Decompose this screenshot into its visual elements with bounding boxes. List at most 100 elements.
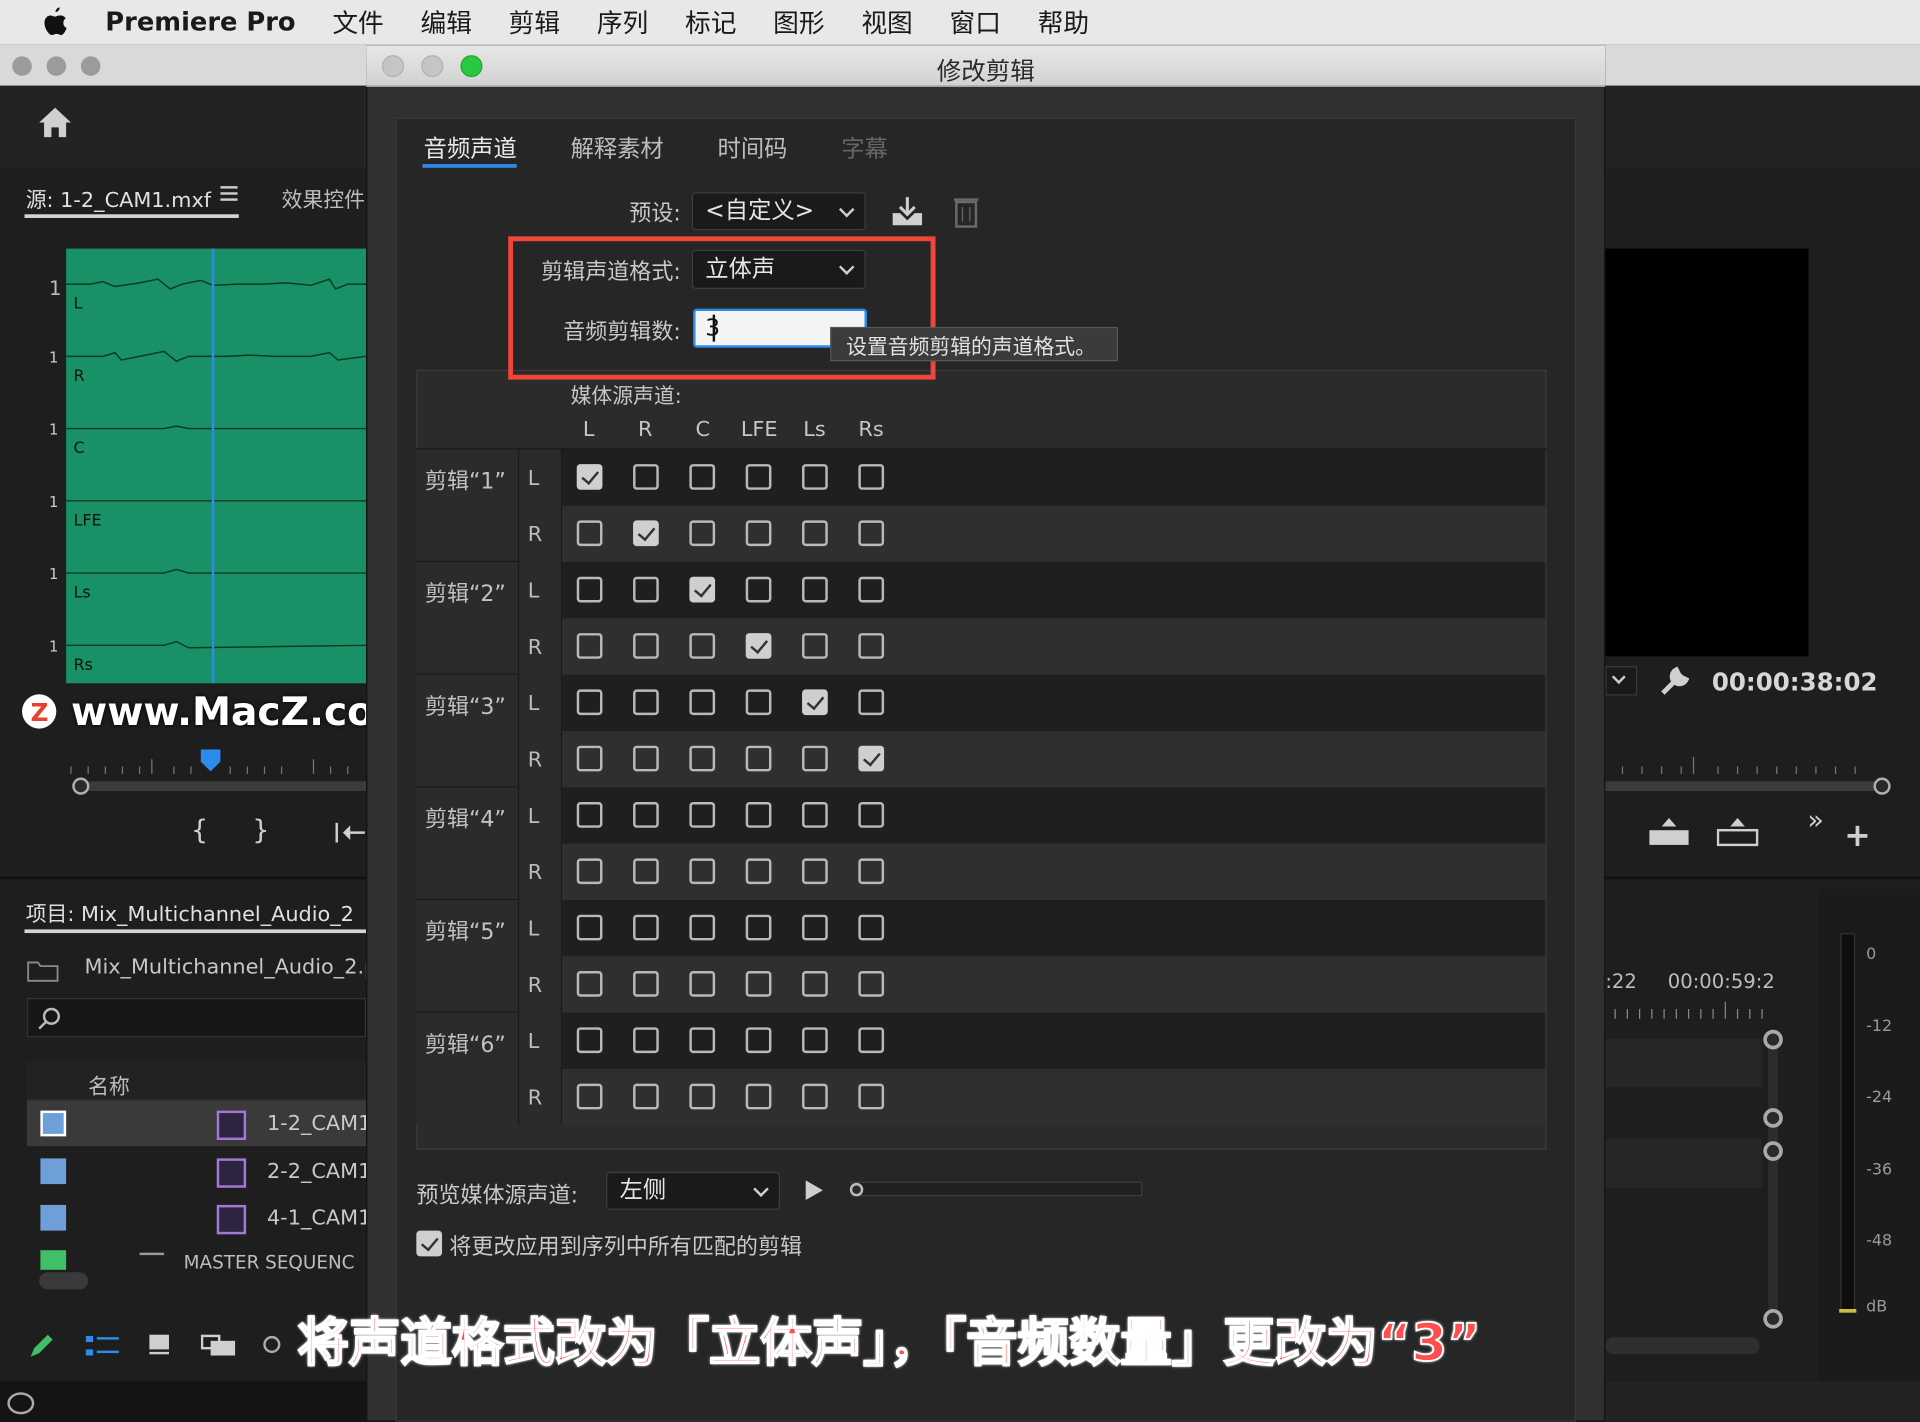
name-column-header[interactable]: 名称 — [88, 1069, 130, 1099]
channel-checkbox-ls[interactable] — [802, 745, 828, 772]
channel-checkbox-l[interactable] — [576, 1027, 603, 1054]
preview-channel-dropdown[interactable]: 左侧 — [606, 1171, 781, 1210]
play-icon[interactable] — [803, 1179, 825, 1201]
channel-checkbox-rs[interactable] — [858, 745, 885, 772]
channel-checkbox-lfe[interactable] — [745, 802, 772, 828]
scroll-knob[interactable] — [1763, 1029, 1783, 1050]
channel-checkbox-ls[interactable] — [802, 520, 828, 547]
menu-help[interactable]: 帮助 — [1038, 4, 1089, 41]
go-to-in-icon[interactable] — [333, 820, 365, 844]
channel-checkbox-r[interactable] — [633, 971, 659, 997]
channel-checkbox-l[interactable] — [576, 802, 603, 828]
timeline-scrollbar[interactable] — [1605, 1337, 1760, 1355]
pencil-icon[interactable] — [27, 1331, 56, 1360]
zoom-slider-handle[interactable] — [263, 1335, 281, 1354]
effect-controls-tab[interactable]: 效果控件 — [282, 182, 365, 213]
label-color-swatch[interactable] — [40, 1204, 67, 1231]
channel-checkbox-l[interactable] — [576, 745, 603, 772]
tab-timecode[interactable]: 时间码 — [718, 131, 788, 164]
menu-edit[interactable]: 编辑 — [421, 4, 472, 41]
mark-out-button[interactable]: } — [252, 816, 269, 847]
scroll-knob[interactable] — [1763, 1108, 1783, 1128]
track-scrollbar[interactable] — [1768, 1035, 1778, 1325]
channel-checkbox-rs[interactable] — [858, 520, 885, 547]
channel-checkbox-c[interactable] — [689, 576, 716, 603]
channel-checkbox-ls[interactable] — [802, 1083, 828, 1110]
channel-checkbox-r[interactable] — [633, 1083, 659, 1110]
channel-checkbox-lfe[interactable] — [745, 858, 772, 885]
preview-progress-track[interactable] — [851, 1181, 1143, 1197]
home-icon[interactable] — [37, 105, 74, 139]
channel-checkbox-rs[interactable] — [858, 1083, 885, 1110]
channel-checkbox-lfe[interactable] — [745, 464, 772, 490]
channel-checkbox-r[interactable] — [633, 1027, 659, 1054]
channel-checkbox-rs[interactable] — [858, 1027, 885, 1054]
project-scrollbar[interactable] — [39, 1272, 89, 1290]
channel-checkbox-ls[interactable] — [802, 1027, 828, 1054]
channel-checkbox-c[interactable] — [689, 802, 716, 828]
channel-checkbox-ls[interactable] — [802, 689, 828, 716]
save-preset-icon[interactable] — [890, 196, 924, 228]
channel-checkbox-r[interactable] — [633, 689, 659, 716]
tab-audio-channels[interactable]: 音频声道 — [424, 131, 517, 164]
project-search-input[interactable] — [26, 997, 367, 1038]
timeline-track[interactable] — [1605, 1138, 1763, 1188]
channel-checkbox-l[interactable] — [576, 633, 603, 659]
channel-checkbox-rs[interactable] — [858, 858, 885, 885]
menu-marker[interactable]: 标记 — [685, 4, 736, 41]
channel-checkbox-r[interactable] — [633, 464, 659, 490]
minimize-window-button[interactable] — [46, 56, 67, 76]
apple-icon[interactable] — [42, 7, 69, 36]
label-color-swatch[interactable] — [40, 1158, 67, 1185]
channel-checkbox-rs[interactable] — [858, 689, 885, 716]
label-color-swatch[interactable] — [40, 1250, 67, 1270]
menu-clip[interactable]: 剪辑 — [509, 4, 560, 41]
source-tab[interactable]: 源: 1-2_CAM1.mxf — [26, 182, 211, 213]
channel-checkbox-rs[interactable] — [858, 971, 885, 997]
channel-checkbox-c[interactable] — [689, 745, 716, 772]
menu-file[interactable]: 文件 — [332, 4, 383, 41]
channel-checkbox-l[interactable] — [576, 971, 603, 997]
channel-checkbox-c[interactable] — [689, 633, 716, 659]
channel-checkbox-r[interactable] — [633, 745, 659, 772]
program-timecode[interactable]: 00:00:38:02 — [1712, 667, 1878, 696]
menu-sequence[interactable]: 序列 — [597, 4, 648, 41]
channel-checkbox-rs[interactable] — [858, 576, 885, 603]
channel-checkbox-c[interactable] — [689, 914, 716, 941]
scroll-knob[interactable] — [1763, 1141, 1783, 1161]
delete-preset-icon[interactable] — [953, 195, 980, 229]
lift-icon[interactable] — [1648, 817, 1690, 847]
channel-checkbox-lfe[interactable] — [745, 689, 772, 716]
dialog-close-button[interactable] — [382, 55, 405, 78]
dialog-minimize-button[interactable] — [421, 55, 444, 78]
channel-checkbox-l[interactable] — [576, 858, 603, 885]
menu-graphics[interactable]: 图形 — [773, 4, 824, 41]
channel-checkbox-c[interactable] — [689, 464, 716, 490]
apply-to-matching-checkbox[interactable] — [416, 1230, 443, 1257]
channel-checkbox-lfe[interactable] — [745, 1027, 772, 1054]
channel-checkbox-lfe[interactable] — [745, 633, 772, 659]
channel-checkbox-c[interactable] — [689, 689, 716, 716]
preset-dropdown[interactable]: <自定义> — [691, 192, 866, 231]
channel-checkbox-l[interactable] — [576, 1083, 603, 1110]
channel-checkbox-c[interactable] — [689, 858, 716, 885]
dialog-zoom-button[interactable] — [460, 55, 483, 78]
more-controls-icon[interactable]: » — [1807, 806, 1823, 837]
timeline-ruler[interactable] — [1605, 1001, 1764, 1022]
preview-playhead[interactable] — [849, 1182, 864, 1197]
channel-checkbox-l[interactable] — [576, 576, 603, 603]
channel-checkbox-c[interactable] — [689, 1027, 716, 1054]
channel-checkbox-r[interactable] — [633, 858, 659, 885]
channel-checkbox-r[interactable] — [633, 576, 659, 603]
channel-checkbox-rs[interactable] — [858, 802, 885, 828]
channel-checkbox-l[interactable] — [576, 464, 603, 490]
channel-checkbox-r[interactable] — [633, 914, 659, 941]
wrench-icon[interactable] — [1659, 665, 1691, 697]
app-menu[interactable]: Premiere Pro — [105, 7, 295, 36]
extract-icon[interactable] — [1716, 817, 1759, 847]
timeline-track[interactable] — [1605, 1038, 1763, 1088]
tab-interpret-footage[interactable]: 解释素材 — [571, 131, 664, 164]
close-window-button[interactable] — [12, 56, 32, 76]
channel-checkbox-ls[interactable] — [802, 576, 828, 603]
channel-checkbox-lfe[interactable] — [745, 1083, 772, 1110]
